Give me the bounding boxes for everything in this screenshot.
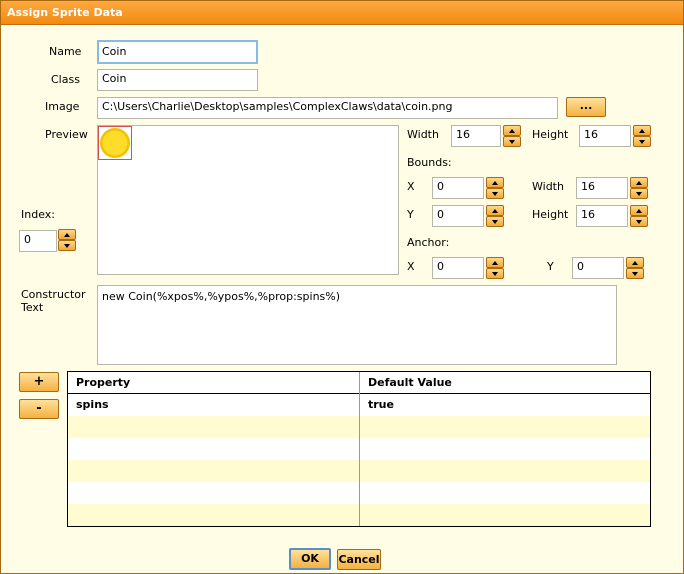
anchor-label: Anchor:	[407, 236, 450, 249]
anchor-x-spinner[interactable]	[486, 257, 504, 279]
ok-button[interactable]: OK	[289, 548, 331, 570]
arrow-up-icon[interactable]	[626, 257, 644, 268]
cancel-button[interactable]: Cancel	[337, 549, 381, 570]
height-input[interactable]: 16	[579, 125, 631, 147]
arrow-up-icon[interactable]	[486, 177, 504, 188]
bounds-y-input[interactable]: 0	[432, 205, 484, 227]
arrow-down-icon[interactable]	[486, 188, 504, 199]
bounds-label: Bounds:	[407, 156, 452, 169]
index-spinner[interactable]	[58, 229, 76, 251]
bounds-width-label: Width	[532, 180, 564, 193]
index-input[interactable]: 0	[19, 230, 57, 252]
class-label: Class	[51, 73, 80, 86]
browse-button[interactable]: ...	[566, 97, 606, 117]
bounds-x-spinner[interactable]	[486, 177, 504, 199]
preview-panel	[97, 125, 399, 275]
constructor-text-area[interactable]: new Coin(%xpos%,%ypos%,%prop:spins%)	[97, 285, 617, 365]
arrow-down-icon[interactable]	[503, 136, 521, 147]
image-label: Image	[45, 100, 80, 113]
index-label: Index:	[21, 208, 55, 221]
column-header-default-value[interactable]: Default Value	[360, 372, 650, 394]
bounds-height-label: Height	[532, 208, 569, 221]
remove-property-button[interactable]: -	[19, 399, 59, 419]
arrow-down-icon[interactable]	[58, 240, 76, 251]
constructor-label: Constructor	[21, 288, 86, 301]
anchor-x-label: X	[407, 260, 415, 273]
arrow-up-icon[interactable]	[503, 125, 521, 136]
arrow-down-icon[interactable]	[630, 188, 648, 199]
name-input[interactable]: Coin	[97, 40, 258, 64]
arrow-down-icon[interactable]	[486, 216, 504, 227]
anchor-y-spinner[interactable]	[626, 257, 644, 279]
property-cell[interactable]: spins	[68, 394, 359, 416]
bounds-height-input[interactable]: 16	[576, 205, 628, 227]
arrow-up-icon[interactable]	[633, 125, 651, 136]
arrow-up-icon[interactable]	[58, 229, 76, 240]
width-input[interactable]: 16	[451, 125, 501, 147]
bounds-height-spinner[interactable]	[630, 205, 648, 227]
name-label: Name	[49, 45, 82, 58]
anchor-x-input[interactable]: 0	[432, 257, 484, 279]
column-divider	[359, 372, 360, 526]
arrow-down-icon[interactable]	[633, 136, 651, 147]
anchor-y-label: Y	[547, 260, 554, 273]
properties-table[interactable]: Property Default Value spins true	[67, 371, 651, 527]
bounds-y-spinner[interactable]	[486, 205, 504, 227]
column-header-property[interactable]: Property	[68, 372, 360, 394]
arrow-down-icon[interactable]	[486, 268, 504, 279]
constructor-label-text: Text	[21, 301, 44, 314]
dialog-title: Assign Sprite Data	[1, 1, 683, 25]
arrow-up-icon[interactable]	[630, 205, 648, 216]
arrow-up-icon[interactable]	[486, 257, 504, 268]
coin-icon	[98, 126, 132, 160]
height-label: Height	[532, 128, 569, 141]
height-spinner[interactable]	[633, 125, 651, 147]
bounds-x-label: X	[407, 180, 415, 193]
arrow-up-icon[interactable]	[486, 205, 504, 216]
arrow-down-icon[interactable]	[630, 216, 648, 227]
preview-label: Preview	[45, 128, 88, 141]
anchor-y-input[interactable]: 0	[572, 257, 624, 279]
width-label: Width	[407, 128, 439, 141]
image-path-input[interactable]: C:\Users\Charlie\Desktop\samples\Complex…	[97, 97, 558, 119]
assign-sprite-data-dialog: Assign Sprite Data Name Coin Class Coin …	[0, 0, 684, 574]
arrow-up-icon[interactable]	[630, 177, 648, 188]
default-value-cell[interactable]: true	[360, 394, 650, 416]
add-property-button[interactable]: +	[19, 372, 59, 392]
bounds-width-spinner[interactable]	[630, 177, 648, 199]
bounds-width-input[interactable]: 16	[576, 177, 628, 199]
arrow-down-icon[interactable]	[626, 268, 644, 279]
bounds-y-label: Y	[407, 208, 414, 221]
class-input[interactable]: Coin	[97, 69, 258, 91]
width-spinner[interactable]	[503, 125, 521, 147]
bounds-x-input[interactable]: 0	[432, 177, 484, 199]
